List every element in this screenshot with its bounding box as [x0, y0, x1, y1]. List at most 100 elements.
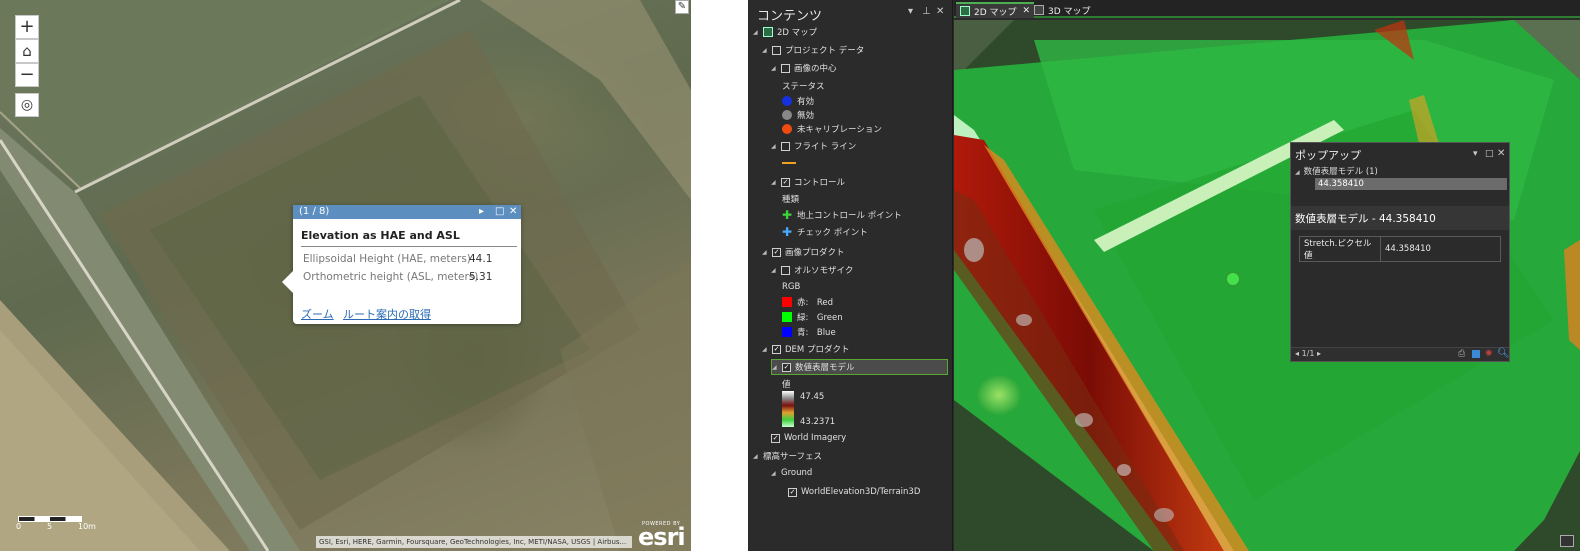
arcgis-pro-window: コンテンツ ▾ ⊥ ✕ ◢ 2D マップ ◢ プロジェクト データ ◢ 画像の中心 ス… [748, 0, 1580, 551]
tree-2d-map[interactable]: ◢ 2D マップ [753, 24, 817, 40]
popup-title: Elevation as HAE and ASL [301, 229, 460, 242]
attribution-text[interactable]: GSI, Esri, HERE, Garmin, Foursquare, Geo… [316, 536, 632, 548]
checkbox-checked[interactable]: ✓ [788, 487, 797, 497]
map-icon [960, 6, 970, 16]
tree-orthomosaic[interactable]: ◢ オルソモザイク [771, 262, 853, 278]
legend-flight-line [782, 155, 796, 171]
orange-dot-icon [782, 124, 792, 134]
elevation-color-ramp [782, 391, 794, 427]
contents-title: コンテンツ [757, 9, 823, 24]
legend-checkpoint: ✚ チェック ポイント [782, 225, 868, 239]
popup-layer-row[interactable]: ◢ 数値表層モデル (1) [1295, 165, 1378, 177]
blue-swatch [782, 327, 792, 337]
directions-link[interactable]: ルート案内の取得 [343, 306, 431, 322]
legend-high-value: 47.45 [800, 392, 825, 402]
legend-uncalibrated: 未キャリブレーション [782, 121, 882, 137]
field-label-hae: Ellipsoidal Height (HAE, meters) [303, 253, 471, 265]
pro-popup-pane: ポップアップ ▾ □ ✕ ◢ 数値表層モデル (1) 44.358410 数値表層… [1290, 142, 1510, 362]
blue-cross-icon: ✚ [782, 225, 793, 239]
pin-icon[interactable]: ⊥ [922, 6, 931, 17]
checkbox-checked[interactable]: ✓ [771, 433, 780, 443]
tab-close-icon[interactable]: ✕ [1023, 6, 1031, 16]
popup-maximize-icon[interactable]: □ [1485, 149, 1494, 159]
web-popup-header: (1 / 8) ▸ □ ✕ [293, 205, 521, 219]
checkbox-checked[interactable]: ✓ [782, 362, 791, 372]
tree-elevation-surfaces[interactable]: ◢ 標高サーフェス [753, 448, 822, 464]
zoom-link[interactable]: ズーム [301, 306, 334, 322]
field-value-hae: 44.1 [469, 253, 493, 265]
green-cross-icon: ✚ [782, 208, 793, 222]
tree-image-products[interactable]: ◢ ✓ 画像プロダクト [762, 244, 845, 260]
field-name-cell: Stretch.ピクセル値 [1299, 236, 1381, 262]
web-popup: (1 / 8) ▸ □ ✕ Elevation as HAE and ASL E… [282, 205, 521, 324]
close-icon[interactable]: ✕ [509, 205, 517, 219]
scale-label-10: 10m [78, 522, 96, 531]
pro-popup-title: ポップアップ [1295, 149, 1361, 162]
scale-label-5: 5 [47, 522, 53, 531]
pane-close-icon[interactable]: ✕ [936, 6, 944, 17]
tree-ground[interactable]: ◢ Ground [771, 465, 812, 481]
pane-options-icon[interactable]: ▾ [908, 6, 913, 17]
next-feature-icon[interactable]: ▸ [479, 205, 484, 219]
screenshot-root: + ⌂ − ◎ ✎ (1 / 8) ▸ □ ✕ Elevation as HAE… [0, 0, 1580, 555]
tree-project-data[interactable]: ◢ プロジェクト データ [762, 42, 864, 58]
export-icon[interactable] [1472, 350, 1480, 358]
tree-world-imagery[interactable]: ✓ World Imagery [771, 430, 846, 446]
map-tab-bar: 2D マップ ✕ 3D マップ [954, 0, 1580, 18]
scale-label-0: 0 [16, 522, 22, 531]
flight-line-symbol [782, 162, 796, 164]
tree-flight-lines[interactable]: ◢ フライト ライン [771, 138, 856, 154]
gray-dot-icon [782, 110, 792, 120]
checkbox[interactable] [772, 45, 781, 55]
popup-footer: ◂ 1/1 ▸ ⎙ ✺ 🔍︎ [1291, 347, 1510, 361]
popup-feature-selected[interactable]: 44.358410 [1315, 178, 1507, 190]
home-button[interactable]: ⌂ [15, 39, 39, 63]
popup-counter: (1 / 8) [299, 206, 330, 217]
tree-dem-products[interactable]: ◢ ✓ DEM プロダクト [762, 341, 849, 357]
checkbox[interactable] [781, 63, 790, 73]
tab-2d-map[interactable]: 2D マップ ✕ [956, 2, 1035, 18]
popup-feature-title: 数値表層モデル - 44.358410 [1295, 213, 1436, 225]
popup-close-icon[interactable]: ✕ [1497, 148, 1505, 159]
contents-pane: コンテンツ ▾ ⊥ ✕ ◢ 2D マップ ◢ プロジェクト データ ◢ 画像の中心 ス… [748, 0, 953, 551]
checkbox-checked[interactable]: ✓ [772, 247, 781, 257]
checkbox[interactable] [781, 141, 790, 151]
print-icon[interactable]: ⎙ [1458, 349, 1465, 359]
map-icon [763, 27, 773, 37]
web-map[interactable]: + ⌂ − ◎ ✎ (1 / 8) ▸ □ ✕ Elevation as HAE… [0, 0, 691, 551]
checkbox-checked[interactable]: ✓ [781, 177, 790, 187]
zoom-out-button[interactable]: − [15, 63, 39, 87]
blue-dot-icon [782, 96, 792, 106]
red-swatch [782, 297, 792, 307]
maximize-icon[interactable]: □ [495, 205, 504, 219]
popup-field-table: Stretch.ピクセル値 44.358410 [1299, 236, 1501, 262]
table-row: Stretch.ピクセル値 44.358410 [1299, 236, 1501, 262]
field-value-cell: 44.358410 [1380, 236, 1501, 262]
zoom-to-icon[interactable]: 🔍︎ [1497, 348, 1510, 359]
tree-dsm-selected[interactable]: ◢ ✓ 数値表層モデル [771, 359, 948, 375]
popup-page-indicator[interactable]: ◂ 1/1 ▸ [1295, 349, 1321, 358]
legend-status-heading: ステータス [782, 82, 825, 92]
globe-map-icon [1034, 5, 1044, 15]
green-swatch [782, 312, 792, 322]
edit-icon[interactable]: ✎ [675, 0, 689, 14]
locate-button[interactable]: ◎ [15, 93, 39, 117]
popup-pointer [282, 271, 293, 293]
tree-image-centers[interactable]: ◢ 画像の中心 [771, 60, 837, 76]
popup-divider [301, 246, 517, 247]
tree-control[interactable]: ◢ ✓ コントロール [771, 174, 845, 190]
checkbox[interactable] [781, 265, 790, 275]
esri-logo[interactable]: POWERED BY esri [638, 521, 686, 549]
checkbox-checked[interactable]: ✓ [772, 344, 781, 354]
overview-map-icon[interactable] [1560, 535, 1574, 547]
legend-type-heading: 種類 [782, 195, 800, 205]
tree-terrain3d[interactable]: ✓ WorldElevation3D/Terrain3D [788, 484, 920, 500]
legend-value-heading: 値 [782, 380, 791, 390]
legend-blue: 青: Blue [782, 324, 836, 340]
flash-icon[interactable]: ✺ [1485, 349, 1493, 359]
legend-gcp: ✚ 地上コントロール ポイント [782, 208, 902, 222]
popup-options-icon[interactable]: ▾ [1473, 149, 1478, 159]
legend-green: 緑: Green [782, 309, 843, 325]
zoom-in-button[interactable]: + [15, 15, 39, 39]
tab-3d-map[interactable]: 3D マップ [1030, 2, 1095, 18]
